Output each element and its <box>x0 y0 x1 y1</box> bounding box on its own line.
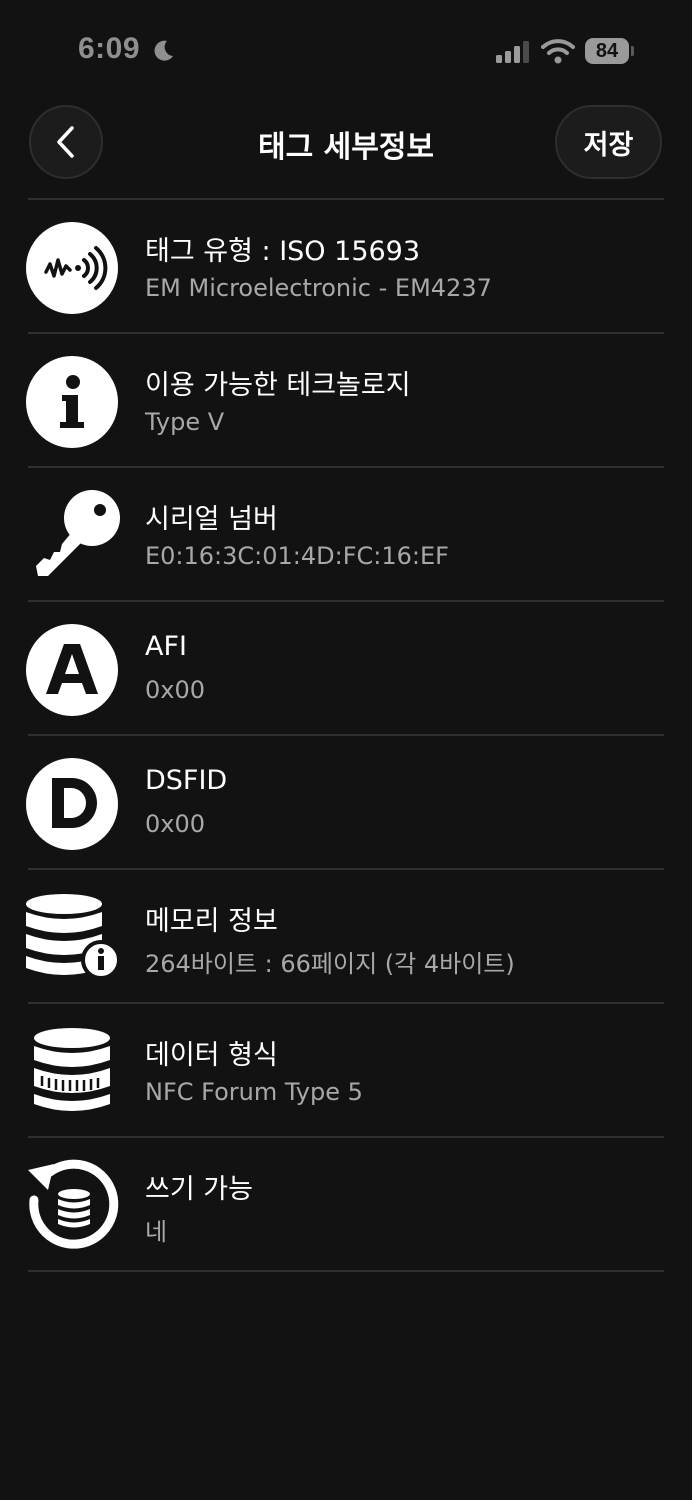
battery-indicator: 84 <box>585 38 629 64</box>
list-item-tag-type: 태그 유형 : ISO 15693 EM Microelectronic - E… <box>0 200 692 332</box>
item-title: DSFID <box>145 765 228 796</box>
item-title: AFI <box>145 631 187 662</box>
save-button[interactable]: 저장 <box>555 105 662 179</box>
letter-d-icon <box>24 756 120 852</box>
letter-a-icon <box>24 622 120 718</box>
item-value: 네 <box>145 1218 168 1246</box>
item-value: 0x00 <box>145 810 206 838</box>
divider <box>28 1270 664 1272</box>
key-icon <box>24 488 120 584</box>
item-title: 시리얼 넘버 <box>145 504 278 535</box>
item-title: 메모리 정보 <box>145 906 278 937</box>
moon-icon <box>154 40 173 61</box>
item-value: E0:16:3C:01:4D:FC:16:EF <box>145 542 449 570</box>
tag-info-list: 태그 유형 : ISO 15693 EM Microelectronic - E… <box>0 198 692 1272</box>
list-item-data-format: 데이터 형식 NFC Forum Type 5 <box>0 1004 692 1136</box>
wifi-icon <box>541 39 575 64</box>
list-item-serial-number: 시리얼 넘버 E0:16:3C:01:4D:FC:16:EF <box>0 468 692 600</box>
list-item-afi: AFI 0x00 <box>0 602 692 734</box>
item-value: 264바이트 : 66페이지 (각 4바이트) <box>145 950 515 978</box>
item-value: NFC Forum Type 5 <box>145 1078 363 1106</box>
item-title: 쓰기 가능 <box>145 1174 253 1205</box>
nfc-waves-icon <box>24 220 120 316</box>
list-item-writable: 쓰기 가능 네 <box>0 1138 692 1270</box>
info-icon <box>24 354 120 450</box>
database-icon <box>24 1024 120 1120</box>
database-info-icon <box>24 890 120 986</box>
cellular-signal-icon <box>496 41 529 63</box>
list-item-technologies: 이용 가능한 테크놀로지 Type V <box>0 334 692 466</box>
item-value: Type V <box>145 408 225 436</box>
header: 태그 세부정보 저장 <box>0 100 692 190</box>
item-title: 이용 가능한 테크놀로지 <box>145 370 411 401</box>
status-time: 6:09 <box>78 32 141 65</box>
list-item-memory-info: 메모리 정보 264바이트 : 66페이지 (각 4바이트) <box>0 870 692 1002</box>
list-item-dsfid: DSFID 0x00 <box>0 736 692 868</box>
status-bar: 6:09 84 <box>0 0 692 100</box>
item-value: EM Microelectronic - EM4237 <box>145 274 492 302</box>
item-title: 태그 유형 : ISO 15693 <box>145 236 421 267</box>
item-value: 0x00 <box>145 676 206 704</box>
item-title: 데이터 형식 <box>145 1040 278 1071</box>
battery-tip <box>631 46 634 56</box>
writable-icon <box>24 1158 120 1254</box>
